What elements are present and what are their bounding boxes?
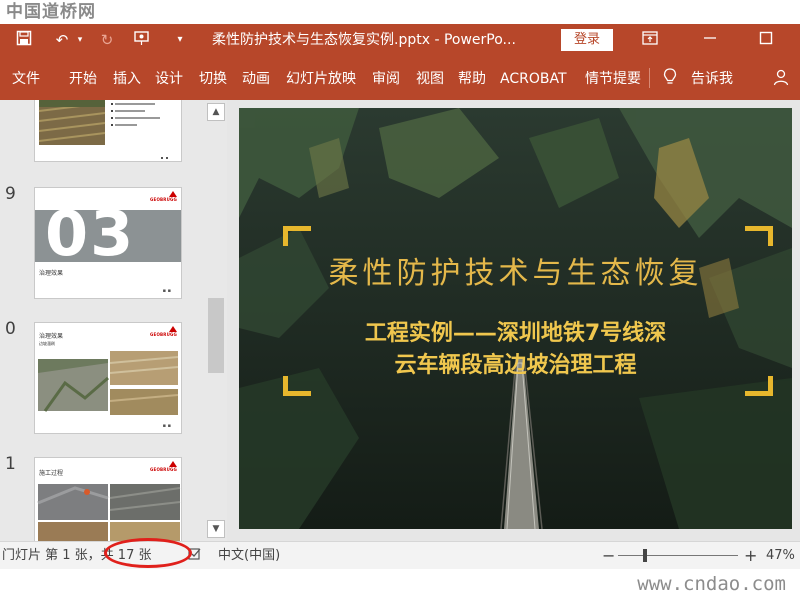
redo-icon[interactable]: ↻ [97, 30, 117, 50]
tab-help[interactable]: 帮助 [458, 56, 486, 100]
thumbnail-pane: 9 GEOBRUGG 03 治理效果 ▪ ▪ 0 GEOBRUGG 治理效果 边… [0, 100, 205, 541]
bracket-top-right [745, 226, 773, 246]
tab-storyboard[interactable]: 情节提要 [585, 56, 641, 100]
highlight-annotation-circle [104, 538, 192, 568]
thumbnail-footer: ▪ ▪ [162, 288, 171, 294]
zoom-slider-thumb[interactable] [643, 549, 647, 562]
watermark-bottom-strip: www.cndao.com [0, 569, 800, 600]
slide-number-9: 9 [5, 184, 16, 204]
maximize-icon[interactable] [756, 30, 776, 50]
slide-thumbnail-9[interactable]: GEOBRUGG 03 治理效果 ▪ ▪ [34, 187, 182, 299]
ribbon-separator [649, 68, 650, 88]
scroll-up-icon[interactable]: ▲ [207, 103, 225, 121]
ribbon-tabs: 文件 开始 插入 设计 切换 动画 幻灯片放映 审阅 视图 帮助 ACROBAT… [0, 56, 800, 100]
tell-me-search[interactable]: 告诉我 [691, 56, 733, 100]
save-icon[interactable] [14, 30, 34, 50]
tab-slideshow[interactable]: 幻灯片放映 [286, 56, 356, 100]
zoom-in-button[interactable]: + [744, 542, 757, 570]
thumbnail-photos [37, 484, 181, 541]
slide-number-10: 0 [5, 319, 16, 339]
bracket-top-left [283, 226, 311, 246]
slide-subtitle-line-2[interactable]: 云车辆段高边坡治理工程 [239, 350, 792, 382]
tab-insert[interactable]: 插入 [113, 56, 141, 100]
thumbnail-caption: 治理效果 [39, 270, 64, 277]
zoom-out-button[interactable]: − [602, 542, 615, 570]
title-bar: ↶ ▾ ↻ ▾ 柔性防护技术与生态恢复实例.pptx - PowerPo... … [0, 24, 800, 56]
window-title: 柔性防护技术与生态恢复实例.pptx - PowerPo... [212, 32, 516, 48]
thumbnail-scrollbar[interactable]: ▲ ▼ [205, 100, 227, 541]
tab-acrobat[interactable]: ACROBAT [500, 56, 567, 100]
watermark-top: 中国道桥网 [6, 2, 96, 22]
undo-icon[interactable]: ↶ [52, 30, 72, 50]
thumbnail-section-number: 03 [45, 197, 136, 270]
tab-transitions[interactable]: 切换 [199, 56, 227, 100]
slide-thumbnail-8[interactable] [34, 100, 182, 162]
scroll-down-icon[interactable]: ▼ [207, 520, 225, 538]
zoom-slider-track[interactable] [618, 555, 738, 556]
slide-number-11: 1 [5, 454, 16, 474]
tab-design[interactable]: 设计 [155, 56, 183, 100]
present-from-start-icon[interactable] [133, 30, 153, 50]
slide-title[interactable]: 柔性防护技术与生态恢复 [239, 248, 792, 292]
undo-dropdown-icon[interactable]: ▾ [70, 30, 90, 50]
zoom-level[interactable]: 47% [766, 542, 795, 570]
slide-editing-area: 柔性防护技术与生态恢复 工程实例——深圳地铁7号线深 云车辆段高边坡治理工程 [227, 100, 800, 541]
scroll-thumb[interactable] [208, 298, 224, 373]
thumbnail-footer: ▪ ▪ [162, 423, 171, 429]
tab-review[interactable]: 审阅 [372, 56, 400, 100]
thumbnail-logo: GEOBRUGG [150, 197, 177, 202]
watermark-bottom: www.cndao.com [637, 573, 786, 595]
language-status[interactable]: 中文(中国) [218, 542, 280, 570]
tab-file[interactable]: 文件 [12, 56, 40, 100]
login-button[interactable]: 登录 [561, 29, 613, 51]
minimize-icon[interactable] [700, 30, 720, 50]
share-icon[interactable] [772, 56, 790, 100]
slide-thumbnail-10[interactable]: GEOBRUGG 治理效果 边坡溜刷 ▪ ▪ [34, 322, 182, 434]
slide-thumbnail-11[interactable]: GEOBRUGG 施工过程 [34, 457, 182, 541]
tab-home[interactable]: 开始 [69, 56, 97, 100]
ribbon-display-options-icon[interactable] [640, 30, 660, 50]
tab-animations[interactable]: 动画 [242, 56, 270, 100]
thumbnail-photos [38, 351, 179, 415]
current-slide[interactable]: 柔性防护技术与生态恢复 工程实例——深圳地铁7号线深 云车辆段高边坡治理工程 [239, 108, 792, 529]
slide-subtitle-line-1[interactable]: 工程实例——深圳地铁7号线深 [239, 318, 792, 350]
customize-toolbar-icon[interactable]: ▾ [170, 30, 190, 50]
tab-view[interactable]: 视图 [416, 56, 444, 100]
lightbulb-icon[interactable] [663, 56, 677, 100]
